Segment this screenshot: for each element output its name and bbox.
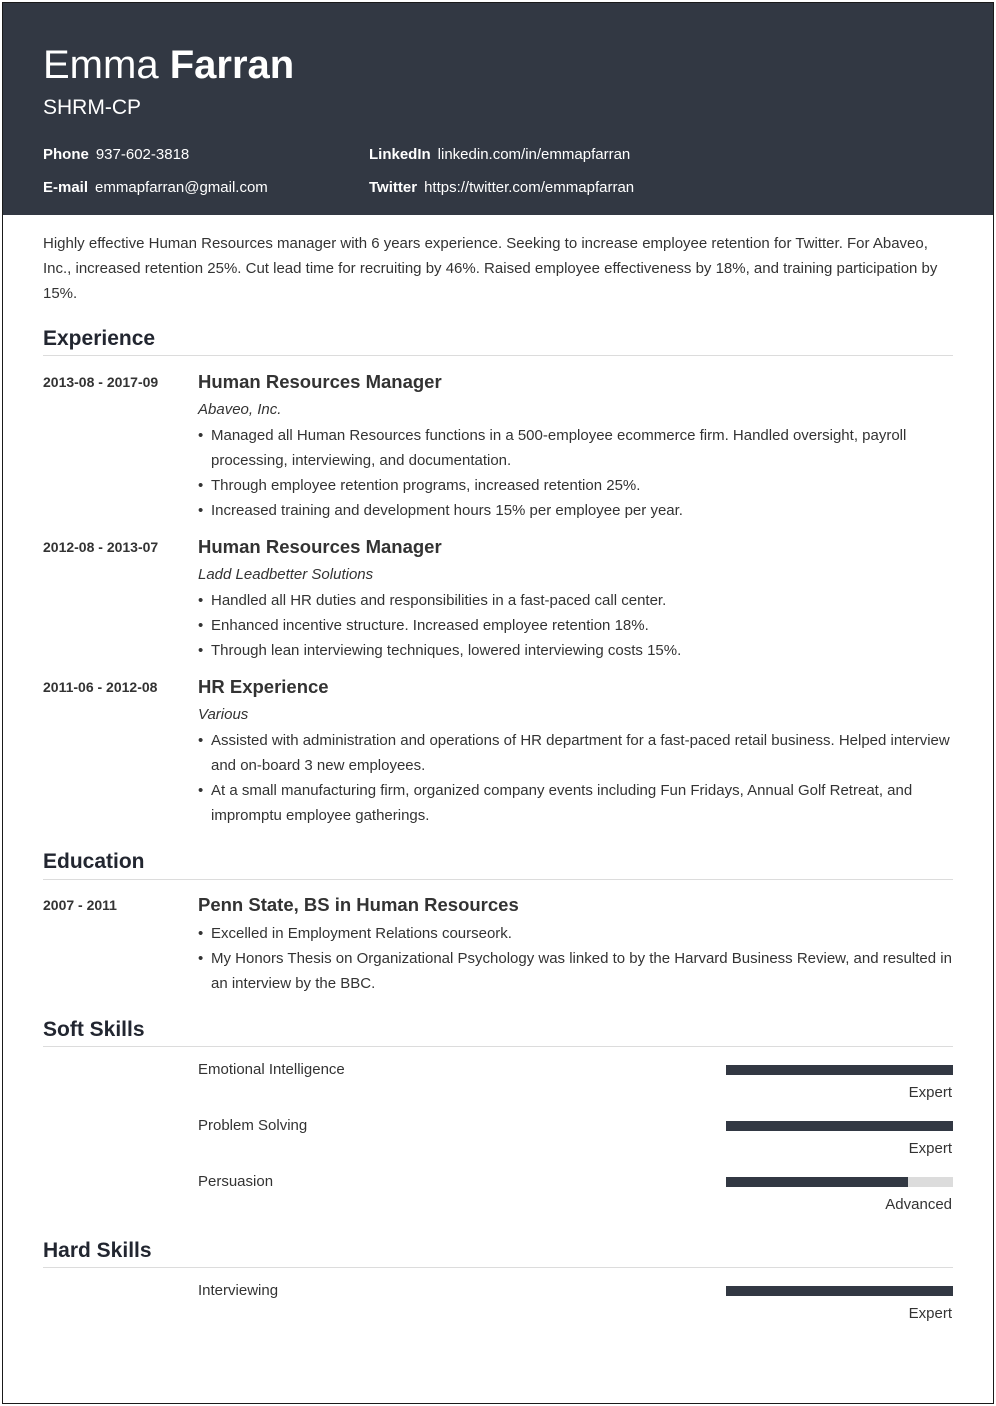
bullet-item: Handled all HR duties and responsibiliti… bbox=[198, 588, 958, 613]
entry-date: 2011-06 - 2012-08 bbox=[43, 679, 158, 695]
bullet-item: Assisted with administration and operati… bbox=[198, 728, 958, 778]
bullet-item: Enhanced incentive structure. Increased … bbox=[198, 613, 958, 638]
bullet-item: Through lean interviewing techniques, lo… bbox=[198, 638, 958, 663]
entry-date: 2013-08 - 2017-09 bbox=[43, 374, 159, 390]
skill-level-label: Expert bbox=[908, 1084, 952, 1101]
contact-phone: Phone 937-602-3818 bbox=[43, 145, 189, 165]
entry-bullets: Handled all HR duties and responsibiliti… bbox=[198, 588, 958, 663]
bullet-item: My Honors Thesis on Organizational Psych… bbox=[198, 946, 958, 996]
entry-title: Penn State, BS in Human Resources bbox=[198, 894, 519, 915]
skill-level-label: Advanced bbox=[885, 1196, 952, 1213]
contact-phone-value[interactable]: 937-602-3818 bbox=[96, 146, 189, 163]
skill-level-fill bbox=[726, 1121, 953, 1131]
bullet-item: Increased training and development hours… bbox=[198, 498, 958, 523]
hard-skills-heading: Hard Skills bbox=[43, 1239, 152, 1262]
soft-skills-divider bbox=[43, 1046, 953, 1047]
soft-skills-heading: Soft Skills bbox=[43, 1018, 145, 1041]
skill-level-bar bbox=[726, 1286, 953, 1296]
entry-bullets: Assisted with administration and operati… bbox=[198, 728, 958, 828]
experience-divider bbox=[43, 355, 953, 356]
skill-level-label: Expert bbox=[908, 1305, 952, 1322]
skill-level-fill bbox=[726, 1286, 953, 1296]
candidate-subtitle: SHRM-CP bbox=[43, 96, 141, 119]
entry-organization: Abaveo, Inc. bbox=[198, 401, 282, 418]
entry-title: Human Resources Manager bbox=[198, 371, 442, 392]
contact-email-value[interactable]: emmapfarran@gmail.com bbox=[95, 179, 268, 196]
contact-email-label: E-mail bbox=[43, 179, 89, 196]
skill-name: Persuasion bbox=[198, 1173, 274, 1190]
contact-twitter-label: Twitter bbox=[369, 179, 418, 196]
candidate-name: Emma Farran bbox=[43, 41, 294, 89]
contact-linkedin: LinkedIn linkedin.com/in/emmapfarran bbox=[369, 145, 630, 165]
first-name: Emma bbox=[43, 43, 159, 87]
skill-name: Emotional Intelligence bbox=[198, 1061, 345, 1078]
contact-twitter-value[interactable]: https://twitter.com/emmapfarran bbox=[424, 179, 634, 196]
entry-title: Human Resources Manager bbox=[198, 536, 442, 557]
summary: Highly effective Human Resources manager… bbox=[43, 235, 938, 302]
contact-linkedin-label: LinkedIn bbox=[369, 146, 431, 163]
skill-level-fill bbox=[726, 1065, 953, 1075]
contact-email: E-mail emmapfarran@gmail.com bbox=[43, 178, 268, 198]
education-divider bbox=[43, 879, 953, 880]
skill-name: Interviewing bbox=[198, 1282, 279, 1299]
contact-twitter: Twitter https://twitter.com/emmapfarran bbox=[369, 178, 634, 198]
education-heading: Education bbox=[43, 850, 145, 873]
bullet-item: At a small manufacturing firm, organized… bbox=[198, 778, 958, 828]
hard-skills-divider bbox=[43, 1267, 953, 1268]
skill-level-label: Expert bbox=[908, 1140, 952, 1157]
contact-phone-label: Phone bbox=[43, 146, 89, 163]
contact-linkedin-value[interactable]: linkedin.com/in/emmapfarran bbox=[438, 146, 631, 163]
last-name: Farran bbox=[169, 43, 295, 87]
skill-level-bar bbox=[726, 1177, 953, 1187]
bullet-item: Excelled in Employment Relations courseo… bbox=[198, 921, 958, 946]
entry-date: 2012-08 - 2013-07 bbox=[43, 539, 159, 555]
resume-header: Emma Farran SHRM-CP Phone 937-602-3818 E-… bbox=[3, 3, 993, 215]
entry-organization: Ladd Leadbetter Solutions bbox=[198, 566, 374, 583]
resume-page: Emma Farran SHRM-CP Phone 937-602-3818 E-… bbox=[2, 2, 994, 1404]
entry-bullets: Excelled in Employment Relations courseo… bbox=[198, 921, 958, 996]
skill-level-fill bbox=[726, 1177, 908, 1187]
entry-title: HR Experience bbox=[198, 676, 329, 697]
bullet-item: Through employee retention programs, inc… bbox=[198, 473, 958, 498]
skill-name: Problem Solving bbox=[198, 1117, 308, 1134]
entry-organization: Various bbox=[198, 706, 249, 723]
entry-bullets: Managed all Human Resources functions in… bbox=[198, 423, 958, 523]
experience-heading: Experience bbox=[43, 327, 156, 350]
skill-level-bar bbox=[726, 1065, 953, 1075]
entry-date: 2007 - 2011 bbox=[43, 897, 117, 913]
bullet-item: Managed all Human Resources functions in… bbox=[198, 423, 958, 473]
skill-level-bar bbox=[726, 1121, 953, 1131]
